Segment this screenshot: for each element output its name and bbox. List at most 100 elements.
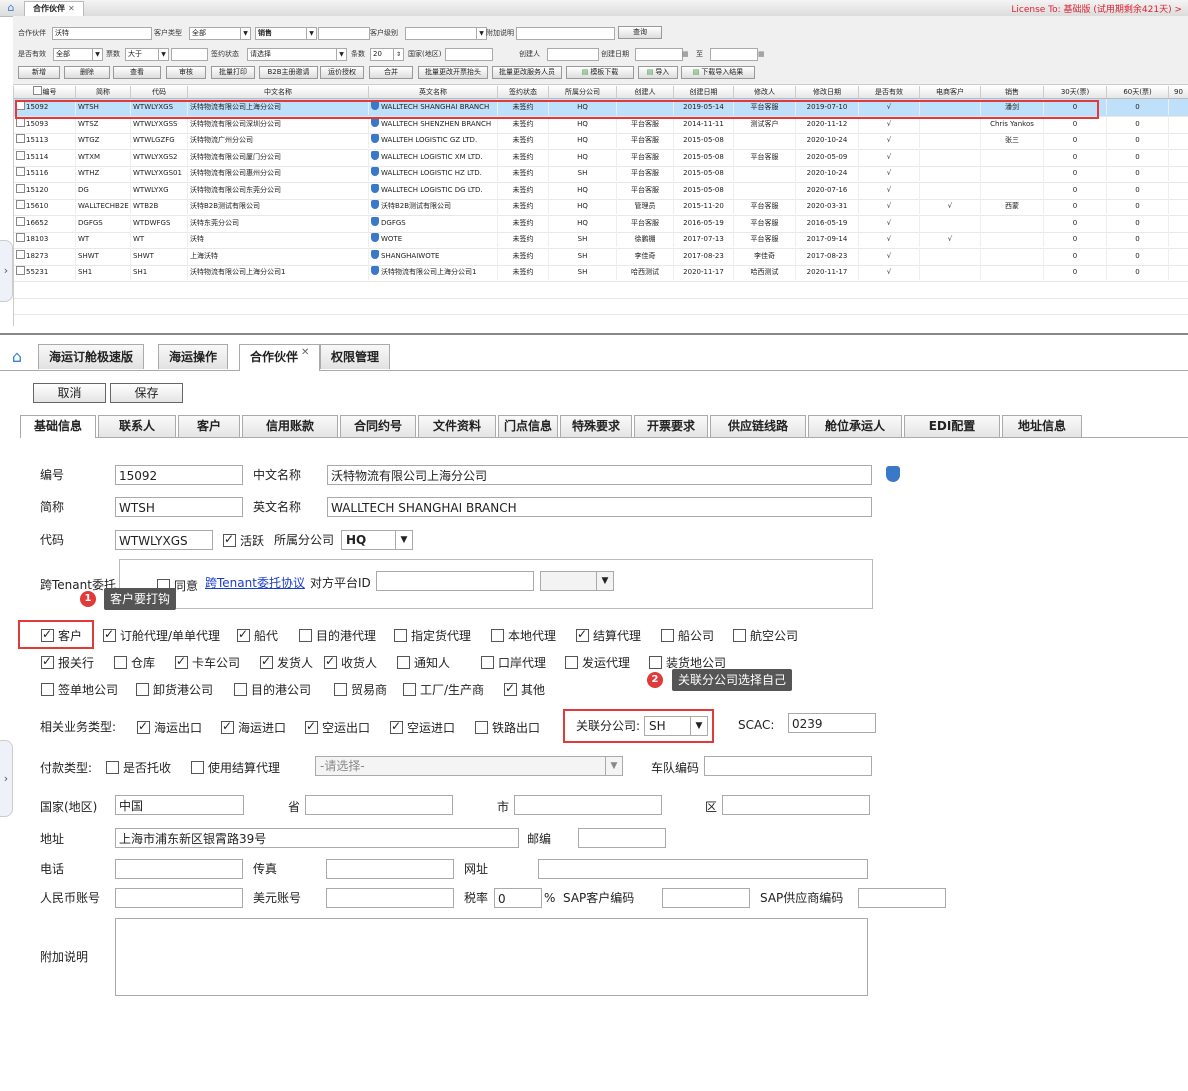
create-date-to-input[interactable] xyxy=(710,48,758,61)
type-checkbox[interactable]: 航空公司 xyxy=(733,628,798,644)
fleet-input[interactable] xyxy=(704,756,872,776)
column-header[interactable]: 英文名称 xyxy=(369,86,498,98)
remark-textarea[interactable] xyxy=(115,918,868,996)
column-header[interactable]: 30天(票) xyxy=(1044,86,1107,98)
type-checkbox[interactable]: 指定货代理 xyxy=(394,628,471,644)
type-checkbox[interactable]: 发运代理 xyxy=(565,655,630,671)
row-checkbox[interactable] xyxy=(16,233,25,242)
partner-input[interactable]: 沃特 xyxy=(52,27,152,40)
type-checkbox[interactable]: 结算代理 xyxy=(576,626,641,644)
home-icon[interactable]: ⌂ xyxy=(4,346,30,368)
row-checkbox[interactable] xyxy=(16,266,25,275)
save-button[interactable]: 保存 xyxy=(110,383,183,403)
subtab[interactable]: 供应链线路 xyxy=(710,415,806,437)
table-row[interactable]: 18273 SHWT SHWT 上海沃特 SHANGHAIWOTE 未签约 SH 李佳奇 201… xyxy=(14,247,1188,266)
column-header[interactable]: 销售 xyxy=(981,86,1044,98)
subtab[interactable]: 地址信息 xyxy=(1002,415,1082,437)
calendar-icon[interactable]: ▦ xyxy=(682,48,689,60)
platform-id-input[interactable] xyxy=(376,571,534,591)
province-input[interactable] xyxy=(305,795,453,815)
expand-arrow-icon[interactable]: › xyxy=(0,740,13,817)
en-name-input[interactable]: WALLTECH SHANGHAI BRANCH xyxy=(327,497,872,517)
column-header[interactable]: 创建人 xyxy=(617,86,674,98)
platform-select[interactable]: ▼ xyxy=(540,571,614,591)
type-checkbox[interactable]: 铁路出口 xyxy=(475,720,540,736)
sap-customer-input[interactable] xyxy=(662,888,750,908)
cancel-button[interactable]: 取消 xyxy=(33,383,106,403)
table-row[interactable]: 15116 WTHZ WTWLYXGS01 沃特物流有限公司惠州分公司 WALLTECH… xyxy=(14,165,1188,183)
action-button[interactable]: ▤ 导入 xyxy=(638,66,678,79)
select-all-checkbox[interactable] xyxy=(32,86,42,95)
calendar-icon[interactable]: ▦ xyxy=(758,48,765,60)
type-checkbox[interactable]: 口岸代理 xyxy=(481,655,546,671)
license-info[interactable]: License To: 基础版 (试用期剩余421天) > xyxy=(1011,2,1182,15)
tab-seafreight-ops[interactable]: 海运操作 xyxy=(158,344,229,369)
table-row[interactable]: 16652 DGFGS WTDWFGS 沃特东莞分公司 DGFGS 未签约 HQ 平台客服 20… xyxy=(14,214,1188,233)
action-button[interactable]: 合并 xyxy=(369,66,413,79)
tab-permissions[interactable]: 权限管理 xyxy=(320,344,391,369)
tab-partner[interactable]: 合作伙伴 ✕ xyxy=(24,1,84,16)
row-checkbox[interactable] xyxy=(16,249,25,259)
tenant-agreement-link[interactable]: 跨Tenant委托协议 xyxy=(205,573,305,593)
stepper-icon[interactable]: ⇕ xyxy=(393,49,403,60)
type-checkbox[interactable]: 收货人 xyxy=(324,653,377,671)
type-checkbox[interactable]: 发货人 xyxy=(260,653,313,671)
customer-level-select[interactable]: ▼ xyxy=(405,27,487,40)
pay-select[interactable]: -请选择- ▼ xyxy=(315,756,623,776)
row-checkbox[interactable] xyxy=(16,183,25,193)
column-header[interactable]: 编号 xyxy=(14,86,76,98)
rel-branch-select[interactable]: SH ▼ xyxy=(644,716,708,736)
action-button[interactable]: ▤ 模板下载 xyxy=(566,66,634,79)
creator-input[interactable] xyxy=(547,48,599,61)
type-checkbox[interactable]: 贸易商 xyxy=(334,682,387,698)
type-checkbox[interactable]: 船代 xyxy=(237,626,278,644)
type-checkbox[interactable]: 船公司 xyxy=(661,628,714,644)
tab-seafreight-booking[interactable]: 海运订舱极速版 xyxy=(38,344,145,369)
column-header[interactable]: 创建日期 xyxy=(674,86,734,98)
table-row[interactable]: 15113 WTGZ WTWLGZFG 沃特物流广州分公司 WALLTEH LOGIST… xyxy=(14,132,1188,150)
type-checkbox[interactable]: 卡车公司 xyxy=(175,653,240,671)
active-checkbox[interactable]: 活跃 xyxy=(223,531,264,549)
no-input[interactable]: 15092 xyxy=(115,465,243,485)
district-input[interactable] xyxy=(722,795,870,815)
subtab[interactable]: 文件资料 xyxy=(418,415,496,437)
short-input[interactable]: WTSH xyxy=(115,497,243,517)
votes-input[interactable] xyxy=(171,48,208,61)
type-checkbox[interactable]: 空运进口 xyxy=(390,718,455,736)
rows-stepper[interactable]: 20 ⇕ xyxy=(370,48,404,61)
fax-input[interactable] xyxy=(326,859,454,879)
action-button[interactable]: 批量打印 xyxy=(211,66,255,79)
customer-type-select[interactable]: 全部 ▼ xyxy=(189,27,251,40)
rmb-account-input[interactable] xyxy=(115,888,243,908)
subtab[interactable]: 联系人 xyxy=(98,415,176,437)
column-header[interactable]: 所属分公司 xyxy=(549,86,617,98)
subtab[interactable]: EDI配置 xyxy=(904,415,1000,437)
row-checkbox[interactable] xyxy=(16,167,25,176)
action-button[interactable]: 新增 xyxy=(18,66,60,79)
column-header[interactable]: 60天(票) xyxy=(1107,86,1169,98)
home-icon[interactable]: ⌂ xyxy=(0,0,22,15)
subtab[interactable]: 舱位承运人 xyxy=(808,415,902,437)
subtab[interactable]: 信用账款 xyxy=(242,415,338,437)
website-input[interactable] xyxy=(538,859,868,879)
column-header[interactable]: 简称 xyxy=(76,86,131,98)
column-header[interactable]: 签约状态 xyxy=(498,86,549,98)
type-checkbox[interactable]: 卸货港公司 xyxy=(136,682,213,698)
column-header[interactable]: 90 xyxy=(1169,86,1188,98)
action-button[interactable]: ▤ 下载导入结果 xyxy=(681,66,755,79)
type-checkbox[interactable]: 其他 xyxy=(504,680,545,698)
type-checkbox[interactable]: 本地代理 xyxy=(491,628,556,644)
column-header[interactable]: 代码 xyxy=(131,86,188,98)
subtab[interactable]: 门点信息 xyxy=(498,415,558,437)
zip-input[interactable] xyxy=(578,828,666,848)
branch-select[interactable]: HQ ▼ xyxy=(341,530,413,550)
column-header[interactable]: 电商客户 xyxy=(920,86,981,98)
action-button[interactable]: 运价授权 xyxy=(320,66,364,79)
row-checkbox[interactable] xyxy=(16,134,25,143)
country-input[interactable]: 中国 xyxy=(115,795,244,815)
extra-input[interactable] xyxy=(516,27,615,40)
expand-arrow-icon[interactable]: › xyxy=(0,240,13,302)
type-checkbox[interactable]: 使用结算代理 xyxy=(191,760,280,776)
action-button[interactable]: 查看 xyxy=(113,66,161,79)
query-button[interactable]: 查询 xyxy=(618,26,662,39)
